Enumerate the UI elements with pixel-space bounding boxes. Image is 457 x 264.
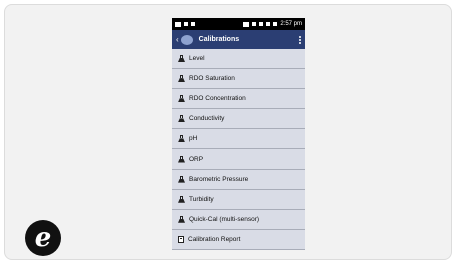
flask-icon xyxy=(178,115,185,122)
status-time: 2:57 pm xyxy=(280,21,302,27)
list-item-label: Turbidity xyxy=(189,195,214,203)
list-item-ph[interactable]: pH xyxy=(172,129,305,150)
status-bar: 2:57 pm xyxy=(172,18,305,30)
phone-screen: 2:57 pm ‹ Calibrations Level RDO Saturat… xyxy=(172,18,305,250)
list-item-quick-cal[interactable]: Quick-Cal (multi-sensor) xyxy=(172,209,305,230)
flask-icon xyxy=(178,55,185,62)
list-item-label: RDO Saturation xyxy=(189,75,235,83)
list-item-label: Conductivity xyxy=(189,115,225,123)
upload-icon xyxy=(184,22,188,26)
page-title: Calibrations xyxy=(198,36,240,43)
list-item-label: Barometric Pressure xyxy=(189,175,249,183)
bluetooth-icon xyxy=(252,22,257,26)
report-icon xyxy=(178,235,184,243)
list-item-conductivity[interactable]: Conductivity xyxy=(172,109,305,130)
list-item-turbidity[interactable]: Turbidity xyxy=(172,189,305,210)
lock-icon xyxy=(191,22,195,26)
list-item-rdo-saturation[interactable]: RDO Saturation xyxy=(172,69,305,90)
list-item-label: RDO Concentration xyxy=(189,95,246,103)
list-item-barometric-pressure[interactable]: Barometric Pressure xyxy=(172,169,305,190)
list-item-orp[interactable]: ORP xyxy=(172,149,305,170)
list-item-label: Quick-Cal (multi-sensor) xyxy=(189,215,260,223)
app-logo-icon[interactable] xyxy=(180,34,193,45)
flask-icon xyxy=(178,175,185,183)
list-item-label: Level xyxy=(189,55,205,63)
flask-icon xyxy=(178,135,185,142)
calibration-list: Level RDO Saturation RDO Concentration C… xyxy=(172,49,305,250)
flask-icon xyxy=(178,155,185,163)
back-chevron-icon[interactable]: ‹ xyxy=(176,35,179,44)
camera-icon xyxy=(175,21,181,27)
list-item-label: ORP xyxy=(189,155,204,163)
overflow-menu-icon[interactable] xyxy=(299,35,301,44)
flask-icon xyxy=(178,95,185,102)
list-item-label: pH xyxy=(189,135,198,143)
flask-icon xyxy=(178,195,185,203)
list-item-label: Calibration Report xyxy=(188,235,241,243)
flask-icon xyxy=(178,75,185,82)
list-item-calibration-report[interactable]: Calibration Report xyxy=(172,229,305,250)
battery-icon xyxy=(273,22,278,26)
signal-icon xyxy=(266,22,271,26)
step-badge: e xyxy=(25,220,61,256)
gallery-icon xyxy=(243,21,250,27)
app-bar: ‹ Calibrations xyxy=(172,30,305,49)
list-item-level[interactable]: Level xyxy=(172,49,305,70)
list-item-rdo-concentration[interactable]: RDO Concentration xyxy=(172,89,305,110)
wifi-icon xyxy=(259,22,264,26)
flask-icon xyxy=(178,215,185,223)
